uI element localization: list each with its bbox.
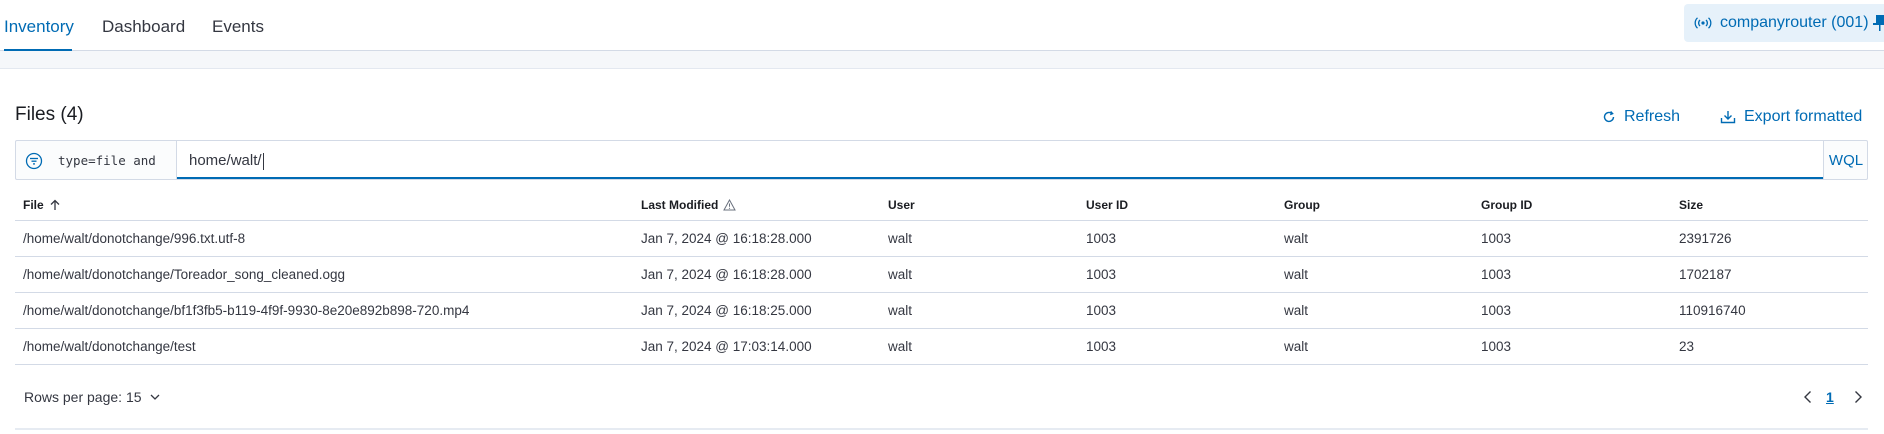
agent-selector-button[interactable]: companyrouter (001)	[1684, 4, 1884, 42]
cell-group: walt	[1284, 267, 1309, 282]
column-header-group-id[interactable]: Group ID	[1481, 189, 1532, 221]
next-page-icon[interactable]	[1851, 389, 1865, 405]
previous-page-icon[interactable]	[1801, 389, 1815, 405]
agent-selector-label: companyrouter (001)	[1720, 14, 1869, 31]
query-prefix: type=file and	[58, 153, 156, 168]
column-header-user-id[interactable]: User ID	[1086, 189, 1128, 221]
download-icon	[1720, 111, 1736, 124]
cell-user-id: 1003	[1086, 303, 1117, 318]
cell-last-modified: Jan 7, 2024 @ 17:03:14.000	[641, 339, 812, 354]
cell-last-modified: Jan 7, 2024 @ 16:18:28.000	[641, 231, 812, 246]
rows-per-page-selector[interactable]: Rows per page: 15	[24, 389, 160, 405]
warning-icon	[723, 199, 737, 211]
search-input-value: home/walt/	[189, 152, 262, 169]
table-header: File Last Modified User User ID Group Gr…	[15, 189, 1868, 221]
cell-size: 1702187	[1679, 267, 1732, 282]
cell-last-modified: Jan 7, 2024 @ 16:18:25.000	[641, 303, 812, 318]
files-title: Files (4)	[15, 104, 84, 125]
column-header-group[interactable]: Group	[1284, 189, 1320, 221]
page-number-current[interactable]: 1	[1826, 389, 1834, 405]
cell-group: walt	[1284, 339, 1309, 354]
column-header-file[interactable]: File	[23, 189, 61, 221]
column-header-label: Last Modified	[641, 198, 719, 212]
column-header-last-modified[interactable]: Last Modified	[641, 189, 737, 221]
cell-file: /home/walt/donotchange/test	[23, 339, 196, 354]
cell-user-id: 1003	[1086, 339, 1117, 354]
pin-icon[interactable]	[1873, 14, 1884, 32]
export-formatted-button[interactable]: Export formatted	[1720, 108, 1862, 126]
cell-group: walt	[1284, 231, 1309, 246]
search-input[interactable]: home/walt/	[177, 141, 1823, 179]
rows-per-page-label: Rows per page: 15	[24, 389, 142, 405]
cell-user-id: 1003	[1086, 267, 1117, 282]
antenna-icon	[1694, 16, 1712, 30]
wql-button[interactable]: WQL	[1824, 141, 1868, 179]
column-header-size[interactable]: Size	[1679, 189, 1703, 221]
cell-user: walt	[888, 231, 913, 246]
table-row[interactable]: /home/walt/donotchange/test Jan 7, 2024 …	[15, 329, 1868, 365]
export-formatted-label: Export formatted	[1744, 108, 1863, 125]
text-caret	[262, 152, 264, 170]
cell-file: /home/walt/donotchange/996.txt.utf-8	[23, 231, 246, 246]
cell-last-modified: Jan 7, 2024 @ 16:18:28.000	[641, 267, 812, 282]
cell-size: 2391726	[1679, 231, 1732, 246]
filter-icon[interactable]	[25, 152, 43, 170]
cell-group-id: 1003	[1481, 267, 1512, 282]
refresh-label: Refresh	[1624, 108, 1681, 125]
app-root: Inventory Dashboard Events companyrouter…	[0, 0, 1884, 434]
refresh-icon	[1603, 111, 1615, 123]
cell-user-id: 1003	[1086, 231, 1117, 246]
cell-group-id: 1003	[1481, 231, 1512, 246]
panel-bottom-border	[15, 428, 1868, 430]
column-header-label: File	[23, 198, 44, 212]
cell-size: 23	[1679, 339, 1695, 354]
cell-user: walt	[888, 267, 913, 282]
cell-file: /home/walt/donotchange/bf1f3fb5-b119-4f9…	[23, 303, 470, 318]
table-row[interactable]: /home/walt/donotchange/bf1f3fb5-b119-4f9…	[15, 293, 1868, 329]
table-row[interactable]: /home/walt/donotchange/Toreador_song_cle…	[15, 257, 1868, 293]
chevron-down-icon	[150, 394, 159, 400]
tab-inventory[interactable]: Inventory	[4, 0, 74, 51]
cell-file: /home/walt/donotchange/Toreador_song_cle…	[23, 267, 345, 282]
sort-ascending-icon	[50, 199, 60, 210]
column-header-user[interactable]: User	[888, 189, 915, 221]
cell-user: walt	[888, 339, 913, 354]
top-nav: Inventory Dashboard Events companyrouter…	[0, 0, 1884, 51]
cell-group-id: 1003	[1481, 303, 1512, 318]
table-row[interactable]: /home/walt/donotchange/996.txt.utf-8 Jan…	[15, 221, 1868, 257]
header-strip	[0, 51, 1884, 69]
search-bar: type=file and home/walt/ WQL	[15, 140, 1868, 180]
refresh-button[interactable]: Refresh	[1602, 108, 1680, 126]
tab-dashboard[interactable]: Dashboard	[102, 0, 185, 51]
cell-user: walt	[888, 303, 913, 318]
tab-events[interactable]: Events	[212, 0, 264, 51]
cell-group: walt	[1284, 303, 1309, 318]
cell-size: 110916740	[1679, 303, 1746, 318]
cell-group-id: 1003	[1481, 339, 1512, 354]
